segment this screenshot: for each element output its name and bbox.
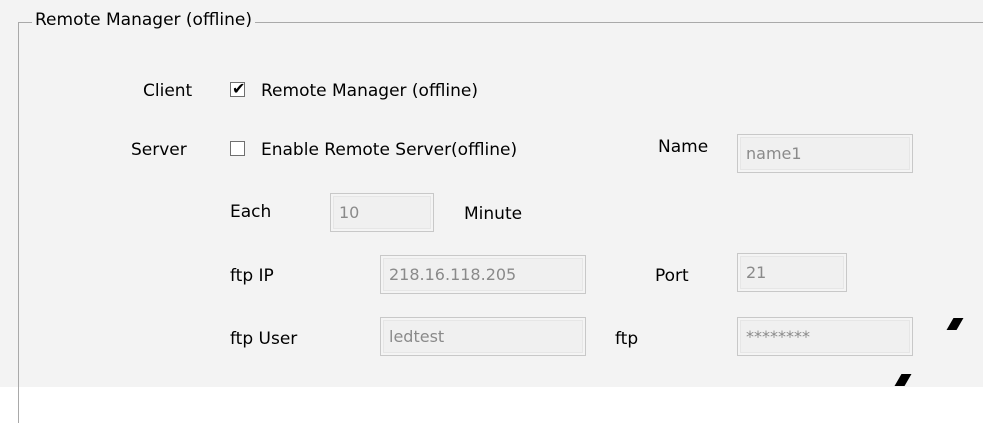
port-field-box [737,253,847,292]
settings-panel: Remote Manager (offline) Client ✔ Remote… [0,0,983,423]
ftp-ip-input[interactable] [389,256,577,293]
ftp-password-label: ftp [615,329,639,349]
name-input[interactable] [746,135,904,172]
ftp-user-input[interactable] [389,318,577,355]
remote-manager-checkbox-label[interactable]: Remote Manager (offline) [261,81,478,101]
enable-remote-server-checkbox[interactable] [230,141,245,156]
server-label: Server [131,140,187,160]
ftp-ip-field-box [380,255,586,294]
enable-remote-server-label[interactable]: Enable Remote Server(offline) [261,140,517,160]
port-input[interactable] [746,254,838,291]
ftp-ip-label: ftp IP [230,266,274,286]
ftp-user-label: ftp User [230,329,298,349]
ftp-user-field-box [380,317,586,356]
ftp-password-input[interactable] [746,318,904,355]
each-label: Each [230,202,272,222]
client-label: Client [143,81,193,101]
minute-unit-label: Minute [464,204,523,224]
checkmark-icon: ✔ [232,79,246,98]
ftp-password-field-box [737,317,913,356]
remote-manager-checkbox[interactable]: ✔ [230,79,246,98]
name-label: Name [658,137,709,157]
each-field-box [330,193,434,232]
port-label: Port [655,266,689,286]
name-field-box [737,134,913,173]
each-minutes-input[interactable] [339,194,425,231]
group-title: Remote Manager (offline) [32,10,255,30]
